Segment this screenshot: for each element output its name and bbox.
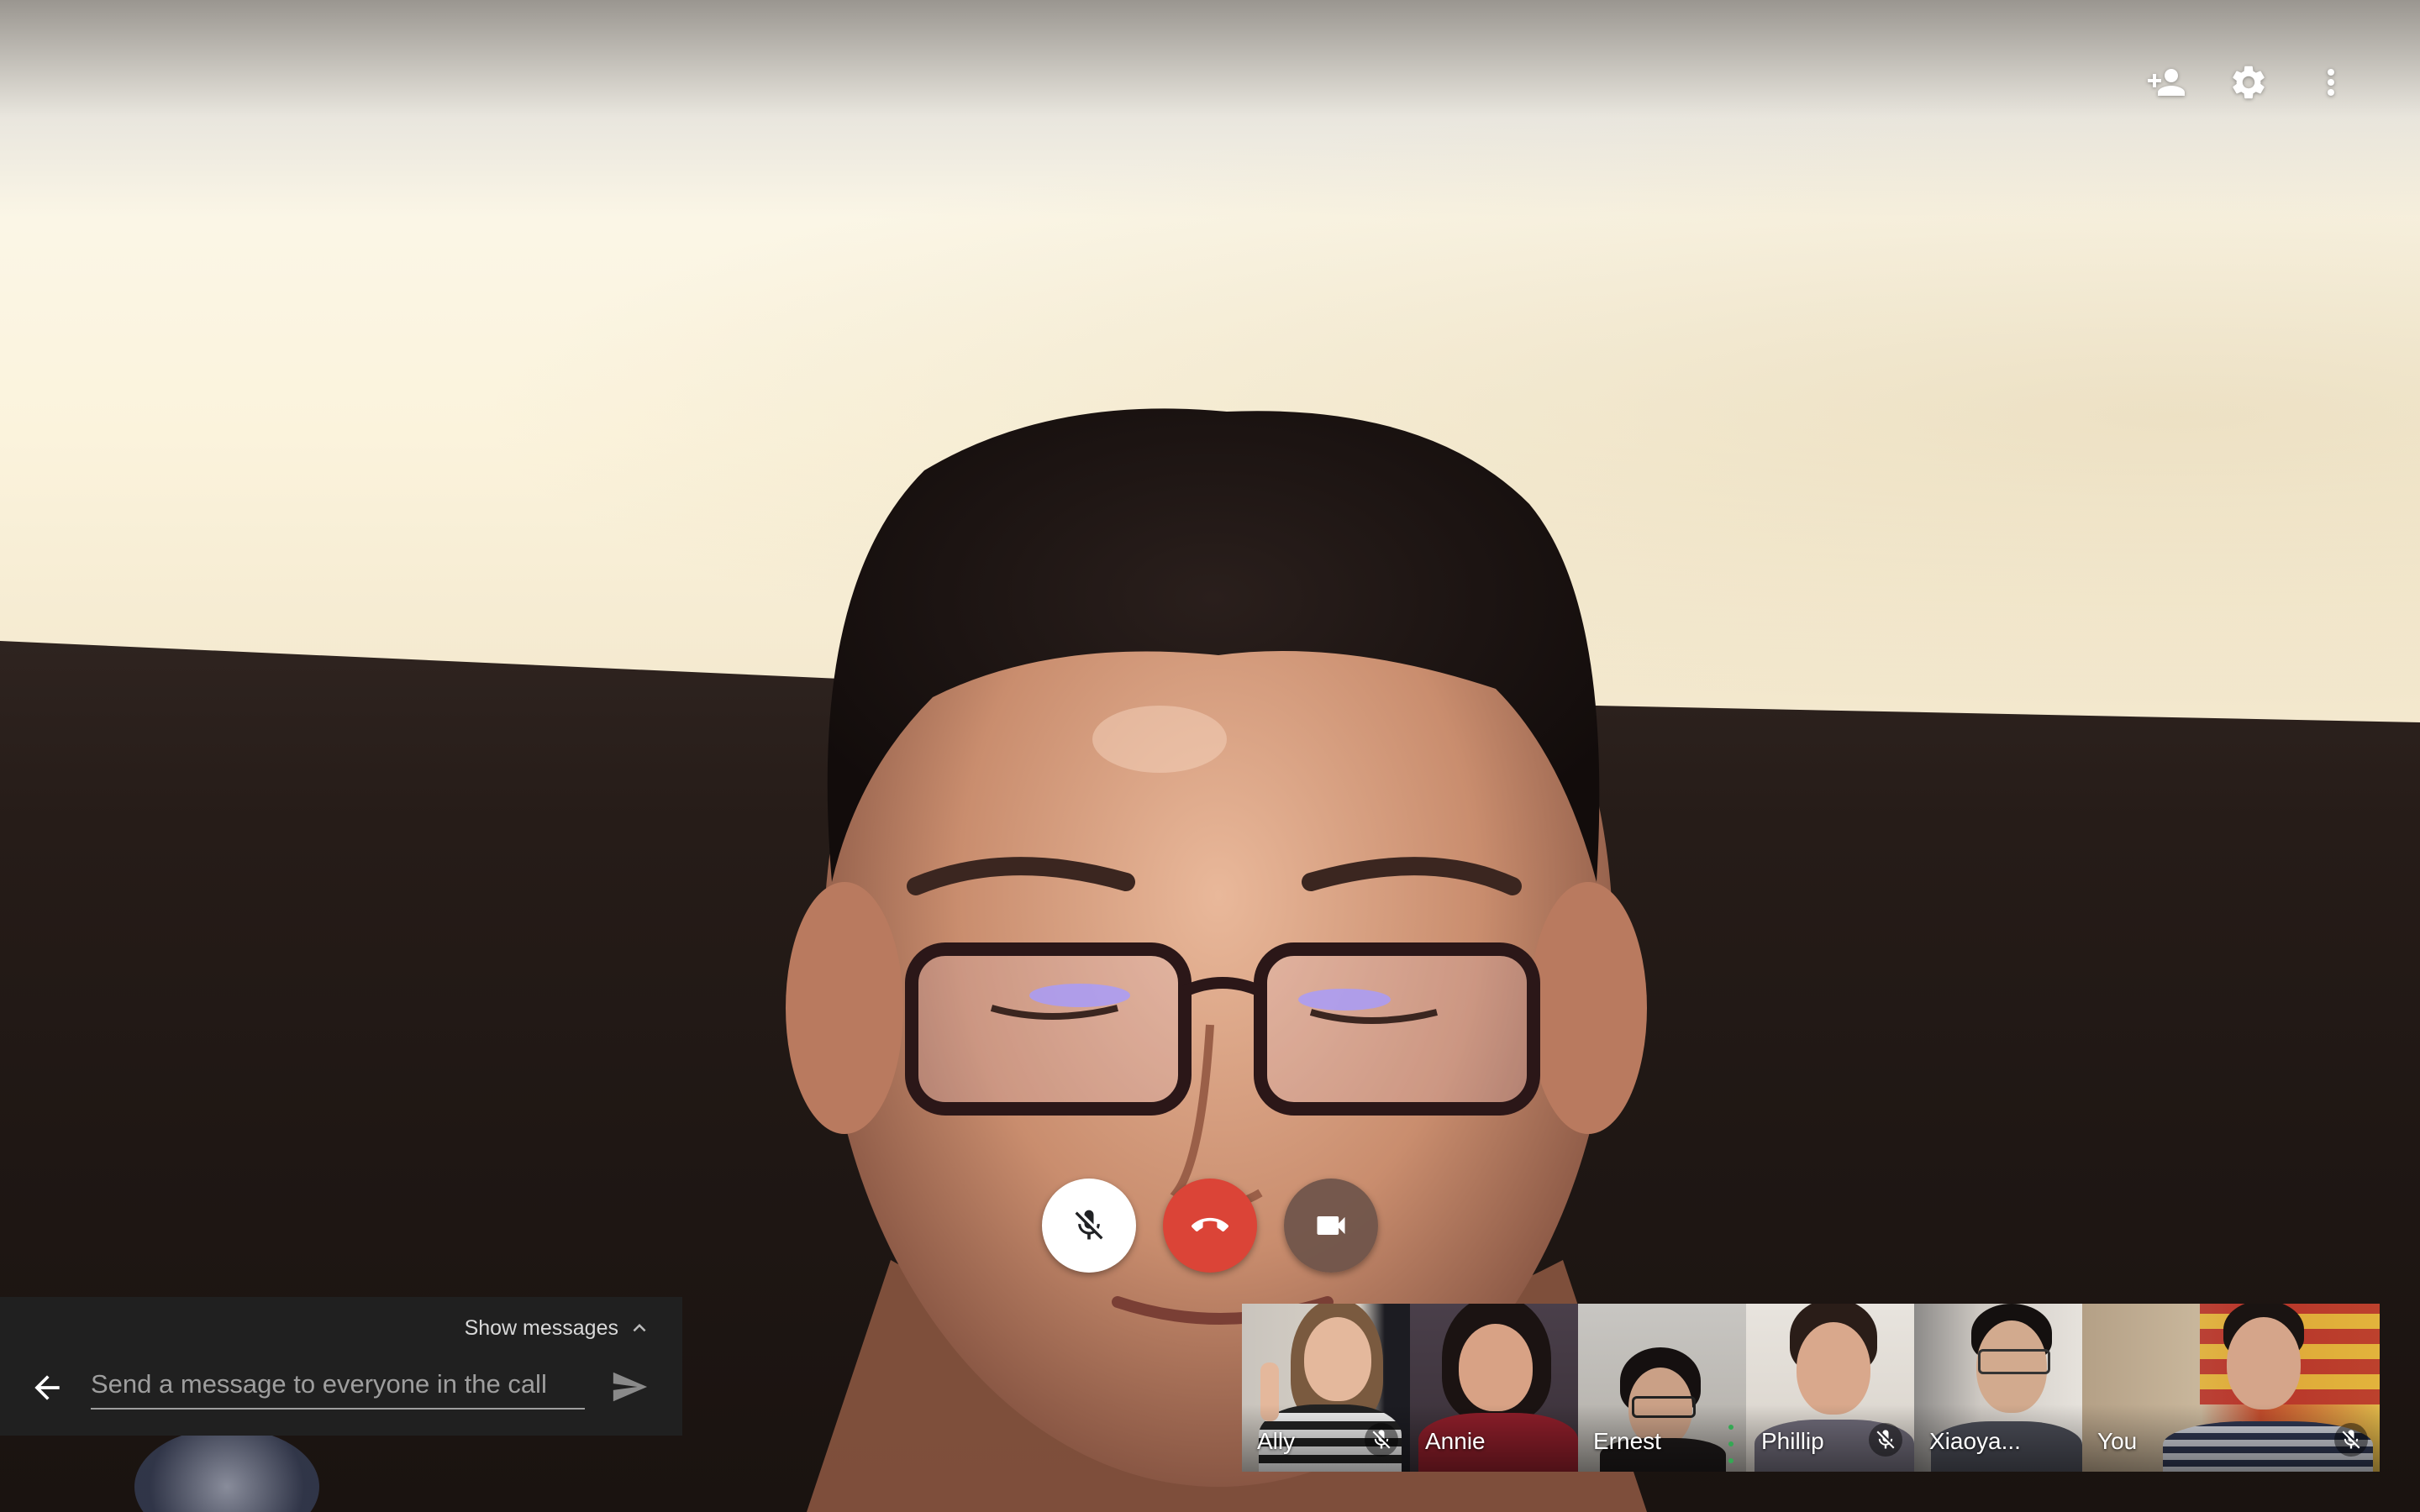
participant-tile-ernest[interactable]: Ernest — [1578, 1304, 1746, 1472]
speaking-indicator — [1728, 1425, 1734, 1463]
participant-tile-ally[interactable]: Ally — [1242, 1304, 1410, 1472]
participant-muted-indicator — [1869, 1423, 1902, 1457]
participant-name: Ally — [1257, 1428, 1296, 1454]
send-icon — [613, 1372, 648, 1402]
chat-panel: Show messages — [0, 1297, 682, 1436]
top-toolbar — [2144, 60, 2353, 104]
videocam-icon — [1317, 1216, 1345, 1235]
chat-input-container — [91, 1364, 585, 1410]
chevron-up-icon — [633, 1324, 646, 1332]
more-options-icon — [2328, 69, 2334, 96]
add-person-icon — [2148, 69, 2185, 96]
participant-strip: Ally Annie Ernest Phillip Xiaoya... You — [1242, 1304, 2380, 1472]
settings-icon — [2233, 66, 2265, 99]
toggle-camera-button[interactable] — [1284, 1179, 1378, 1273]
participant-name: Phillip — [1761, 1428, 1824, 1454]
call-controls — [1042, 1179, 1378, 1273]
end-call-button[interactable] — [1163, 1179, 1257, 1273]
end-call-icon — [1192, 1217, 1228, 1232]
mic-off-icon — [1876, 1430, 1895, 1449]
participant-name: Annie — [1425, 1428, 1486, 1454]
participant-name: Xiaoya... — [1929, 1428, 2021, 1454]
participant-name: You — [2097, 1428, 2138, 1454]
add-person-button[interactable] — [2144, 60, 2188, 104]
show-messages-label: Show messages — [464, 1315, 618, 1340]
participant-tile-annie[interactable]: Annie — [1410, 1304, 1578, 1472]
mute-microphone-button[interactable] — [1042, 1179, 1136, 1273]
send-message-button[interactable] — [608, 1368, 652, 1406]
participant-tile-xiaoya[interactable]: Xiaoya... — [1914, 1304, 2082, 1472]
main-video-feed — [0, 0, 2420, 1512]
mic-off-icon — [1372, 1430, 1391, 1449]
mic-off-icon — [1075, 1210, 1103, 1240]
mic-off-icon — [2342, 1430, 2360, 1449]
main-speaker-video — [786, 408, 1647, 1512]
participant-name: Ernest — [1593, 1428, 1661, 1454]
show-messages-toggle[interactable]: Show messages — [465, 1315, 652, 1341]
chat-message-input[interactable] — [91, 1364, 585, 1404]
participant-tile-self[interactable]: You — [2082, 1304, 2380, 1472]
arrow-back-icon — [34, 1375, 60, 1400]
settings-button[interactable] — [2227, 60, 2270, 104]
participant-tile-phillip[interactable]: Phillip — [1746, 1304, 1914, 1472]
back-button[interactable] — [29, 1369, 66, 1406]
participant-muted-indicator — [1365, 1423, 1398, 1457]
participant-muted-indicator — [2334, 1423, 2368, 1457]
more-options-button[interactable] — [2309, 60, 2353, 104]
